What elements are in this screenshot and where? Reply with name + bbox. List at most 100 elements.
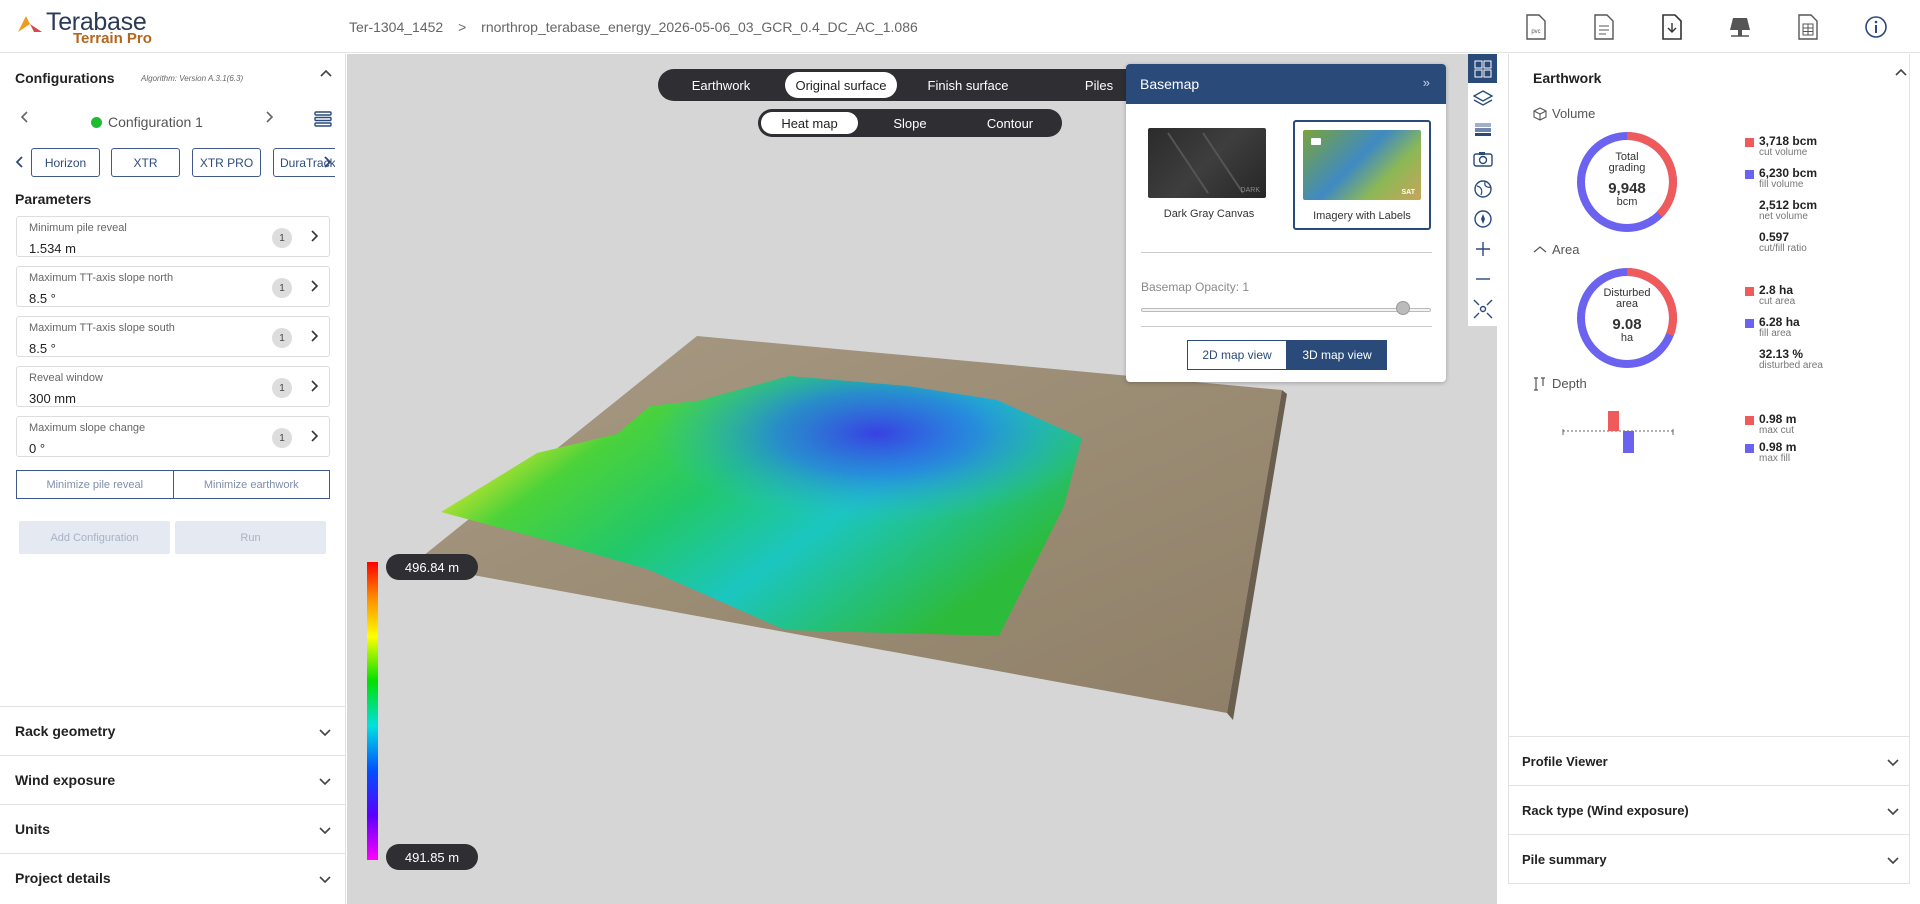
basemap-gallery-icon[interactable] [1468,54,1497,83]
area-icon [1533,245,1547,252]
subtab-heat-map[interactable]: Heat map [761,112,858,134]
chevron-up-icon[interactable] [1894,66,1908,80]
imagery-preview: SAT [1311,138,1416,196]
3d-view-button[interactable]: 3D map view [1287,340,1387,370]
chevron-down-icon [319,729,331,737]
tracker-chip-horizon[interactable]: Horizon [31,148,100,177]
section-pile-summary[interactable]: Pile summary [1508,834,1910,884]
svg-text:pvc: pvc [1531,29,1540,35]
depth-icon [1534,376,1545,391]
map-viewport[interactable]: Earthwork Original surface Finish surfac… [347,54,1497,904]
stat-label: disturbed area [1759,360,1823,371]
2d-view-button[interactable]: 2D map view [1187,340,1287,370]
basemap-title: Basemap [1140,76,1200,92]
earthwork-title: Earthwork [1533,70,1602,86]
basemap-option-dark-gray[interactable]: DARK Dark Gray Canvas [1140,120,1278,230]
divider [1141,326,1432,327]
param-max-slope-south[interactable]: Maximum TT-axis slope south 8.5 ° 1 [16,316,330,357]
param-value: 0 ° [29,441,46,456]
basemap-header: Basemap » [1126,64,1446,104]
chevron-right-icon[interactable] [309,378,319,394]
tracker-chip-xtr[interactable]: XTR [111,148,180,177]
chevron-right-icon[interactable] [309,428,319,444]
zoom-out-icon[interactable] [1468,264,1497,293]
area-donut-center: Disturbed area 9.08 ha [1575,266,1679,370]
opacity-slider-handle[interactable] [1396,301,1410,315]
prev-config-button[interactable] [19,110,31,129]
stat-value: 2.8 ha [1759,283,1794,297]
layers-icon[interactable] [1468,84,1497,113]
section-units[interactable]: Units [0,804,346,854]
stat-label: fill volume [1759,179,1804,190]
section-rack-type[interactable]: Rack type (Wind exposure) [1508,785,1910,835]
chevron-right-icon[interactable] [309,278,319,294]
section-project-details[interactable]: Project details [0,853,346,903]
chevron-up-icon[interactable] [318,66,334,82]
total-grading-label: Total grading [1608,151,1646,174]
chevron-right-icon[interactable] [309,328,319,344]
tab-earthwork[interactable]: Earthwork [666,72,776,98]
chevron-right-icon [266,111,274,123]
param-value: 1.534 m [29,241,76,256]
camera-icon[interactable] [1468,144,1497,173]
param-max-slope-north[interactable]: Maximum TT-axis slope north 8.5 ° 1 [16,266,330,307]
minimize-earthwork-button[interactable]: Minimize earthwork [173,470,330,499]
pdf-download-icon[interactable] [1638,10,1706,44]
param-minimum-pile-reveal[interactable]: Minimum pile reveal 1.534 m 1 [16,216,330,257]
legend-max-value: 496.84 m [386,554,478,580]
basemap-panel: Basemap » DARK Dark Gray Canvas SAT Imag… [1126,64,1446,382]
basemap-option-imagery[interactable]: SAT Imagery with Labels [1293,120,1431,230]
chevron-down-icon [319,778,331,786]
heatmap-low-region [441,376,1082,636]
breadcrumb: Ter-1304_1452 > rnorthrop_terabase_energ… [349,19,929,35]
pvc-file-icon[interactable]: pvc [1502,10,1570,44]
disturbed-area-unit: ha [1620,332,1634,344]
section-profile-viewer[interactable]: Profile Viewer [1508,736,1910,786]
chips-scroll-left-icon[interactable] [15,155,25,169]
stat-label: cut area [1759,296,1796,307]
minimize-pile-reveal-button[interactable]: Minimize pile reveal [16,470,174,499]
collapse-basemap-button[interactable]: » [1423,75,1430,90]
add-configuration-button[interactable]: Add Configuration [19,521,170,554]
fit-extent-icon[interactable] [1468,294,1497,323]
zoom-in-icon[interactable] [1468,234,1497,263]
param-reveal-window[interactable]: Reveal window 300 mm 1 [16,366,330,407]
section-wind-exposure[interactable]: Wind exposure [0,755,346,805]
solar-panel-icon[interactable] [1706,10,1774,44]
section-rack-geometry[interactable]: Rack geometry [0,706,346,756]
chevron-right-icon[interactable] [309,228,319,244]
chips-scroll-right-icon[interactable] [322,155,332,169]
app-logo[interactable]: Terabase Terrain Pro [16,8,156,48]
volume-donut: Total grading 9,948 bcm [1575,130,1679,234]
config-list-icon[interactable] [314,110,332,128]
breadcrumb-project[interactable]: Ter-1304_1452 [349,19,443,35]
subtab-slope[interactable]: Slope [862,112,958,134]
subtab-contour[interactable]: Contour [962,112,1058,134]
document-icon[interactable] [1570,10,1638,44]
compass-icon[interactable] [1468,204,1497,233]
area-section-title: Area [1533,242,1579,257]
optimization-toggle: Minimize pile reveal Minimize earthwork [16,470,330,499]
opacity-slider-track[interactable] [1141,308,1431,312]
param-count-badge: 1 [272,328,292,348]
next-config-button[interactable] [263,110,275,129]
tab-finish-surface[interactable]: Finish surface [906,72,1030,98]
tab-original-surface[interactable]: Original surface [785,72,897,98]
spreadsheet-icon[interactable] [1774,10,1842,44]
globe-icon[interactable] [1468,174,1497,203]
stat-value: 0.98 m [1759,412,1797,426]
info-icon[interactable] [1842,10,1910,44]
stat-value: 2,512 bcm [1759,198,1818,212]
run-button[interactable]: Run [175,521,326,554]
stacked-layers-icon[interactable] [1468,114,1497,143]
tracker-chip-xtr-pro[interactable]: XTR PRO [192,148,261,177]
tracker-chips: Horizon XTR XTR PRO DuraTrack [15,146,335,178]
volume-donut-center: Total grading 9,948 bcm [1575,130,1679,234]
elevation-legend-bar [367,562,378,860]
chevron-down-icon [1887,857,1899,865]
config-selector[interactable]: Configuration 1 [91,114,203,130]
param-max-slope-change[interactable]: Maximum slope change 0 ° 1 [16,416,330,457]
logo-subtitle: Terrain Pro [73,30,152,47]
section-label: Rack type (Wind exposure) [1522,803,1689,818]
section-label: Profile Viewer [1522,754,1608,769]
